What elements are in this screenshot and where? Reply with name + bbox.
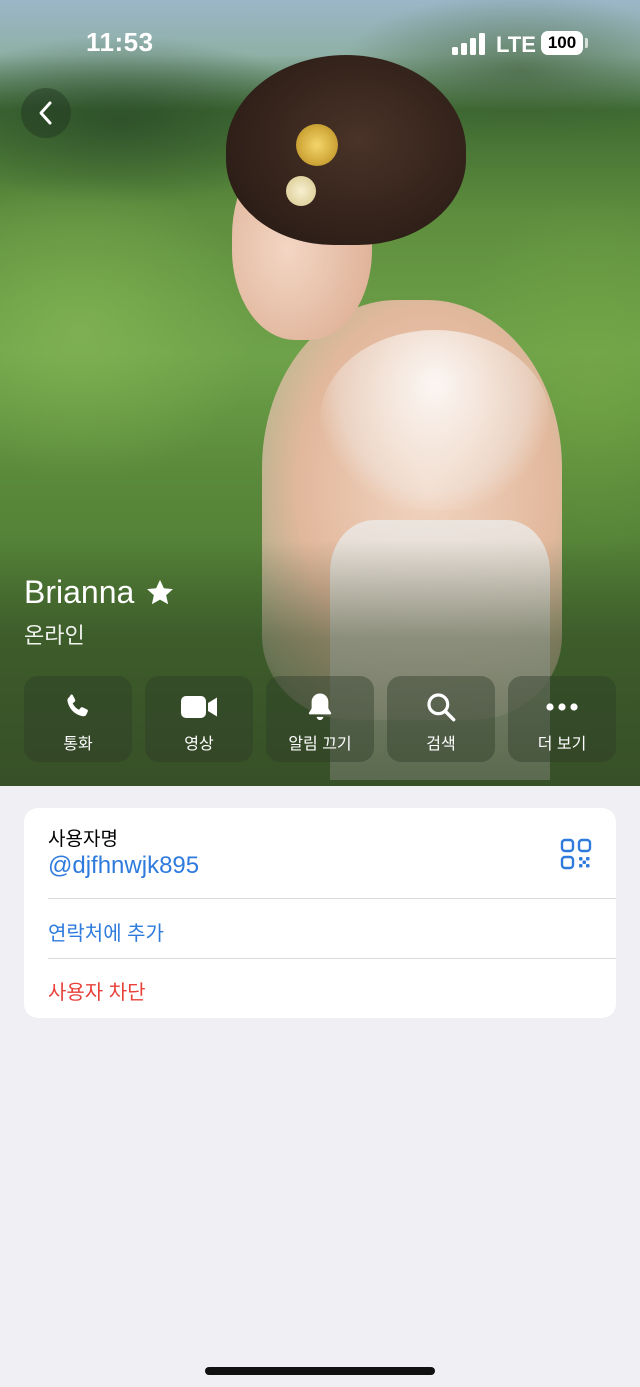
battery-icon: 100	[541, 31, 583, 55]
video-label: 영상	[184, 736, 214, 753]
username-value[interactable]: @djfhnwjk895	[48, 852, 199, 880]
status-bar: 11:53 LTE 100	[0, 0, 640, 90]
chevron-left-icon	[39, 101, 52, 125]
call-label: 통화	[63, 736, 93, 753]
search-button[interactable]: 검색	[387, 676, 495, 762]
call-button[interactable]: 통화	[24, 676, 132, 762]
mute-button[interactable]: 알림 끄기	[266, 676, 374, 762]
more-button[interactable]: 더 보기	[508, 676, 616, 762]
profile-photo[interactable]	[0, 0, 640, 786]
signal-icon	[452, 33, 486, 55]
status-time: 11:53	[86, 27, 154, 57]
battery-tip	[585, 38, 588, 48]
phone-icon	[62, 691, 94, 723]
profile-screen: 11:53 LTE 100 Brianna 온라인 통화 영상 알림 끄기 검색…	[0, 0, 640, 1387]
mute-label: 알림 끄기	[288, 736, 352, 753]
video-button[interactable]: 영상	[145, 676, 253, 762]
home-indicator[interactable]	[205, 1367, 435, 1375]
bell-icon	[305, 691, 335, 723]
network-type: LTE	[496, 32, 536, 57]
more-label: 더 보기	[537, 736, 587, 753]
divider	[48, 898, 616, 899]
more-icon	[545, 691, 579, 723]
block-user-button[interactable]: 사용자 차단	[48, 976, 146, 1005]
video-icon	[180, 691, 218, 723]
qr-code-icon[interactable]	[560, 838, 592, 870]
star-icon[interactable]	[144, 577, 176, 609]
action-bar: 통화 영상 알림 끄기 검색 더 보기	[24, 676, 616, 762]
back-button[interactable]	[21, 88, 71, 138]
online-status: 온라인	[24, 623, 85, 648]
profile-name-row: Brianna	[24, 574, 176, 611]
username-label: 사용자명	[48, 829, 118, 850]
add-contact-button[interactable]: 연락처에 추가	[48, 917, 164, 946]
search-icon	[425, 691, 457, 723]
photo-hair-flower-small	[286, 176, 316, 206]
profile-name: Brianna	[24, 574, 135, 610]
user-info-card: 사용자명 @djfhnwjk895 연락처에 추가 사용자 차단	[24, 808, 616, 1018]
photo-hair-flower	[296, 124, 338, 166]
divider	[48, 958, 616, 959]
search-label: 검색	[426, 736, 456, 753]
photo-subject-lace	[320, 330, 550, 510]
